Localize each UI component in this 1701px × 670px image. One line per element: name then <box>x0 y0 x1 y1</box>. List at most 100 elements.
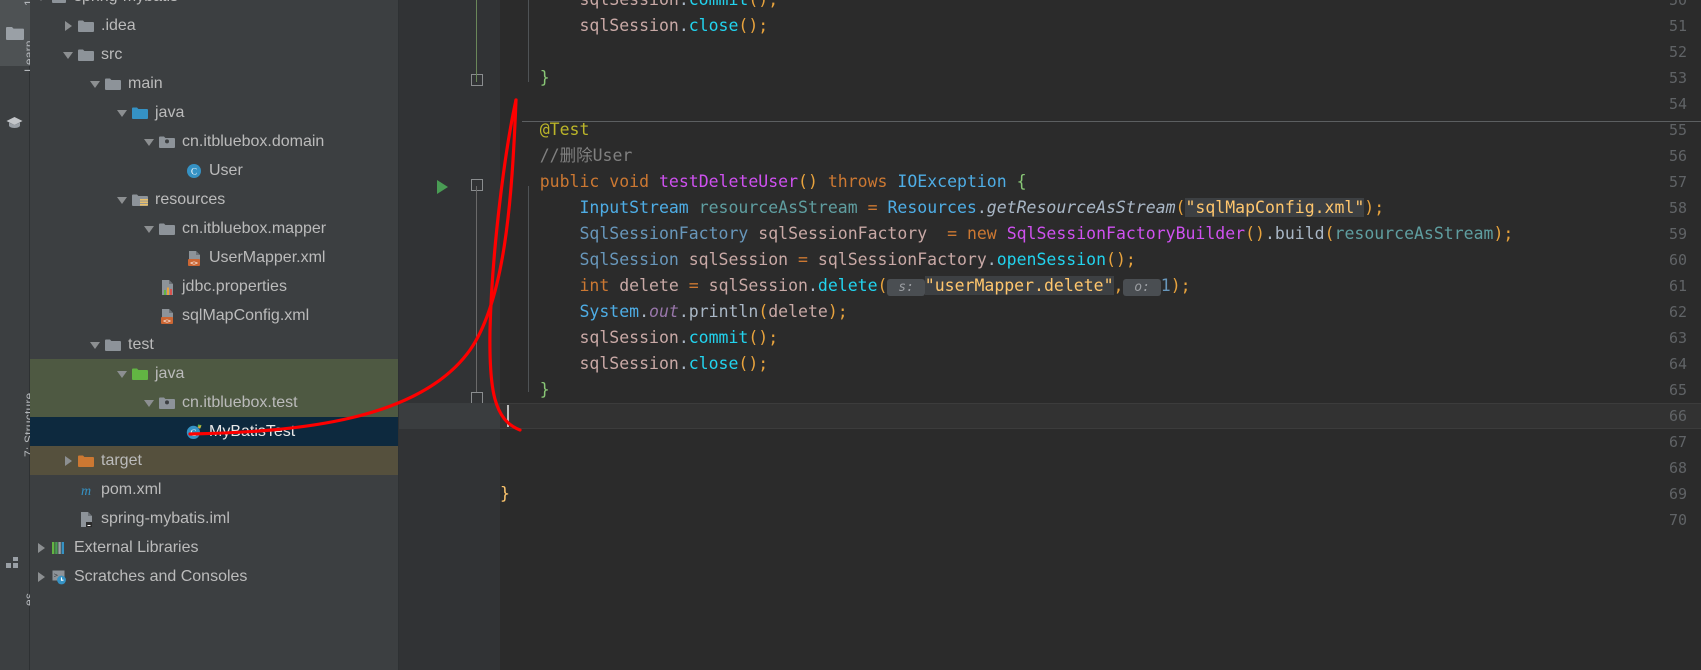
code-line[interactable]: sqlSession.close(); <box>500 13 1701 39</box>
chevron-right-icon[interactable] <box>34 569 50 585</box>
tree-item-pom-xml[interactable]: m pom.xml <box>30 475 398 504</box>
class-icon: C <box>185 162 203 180</box>
tree-item-spring-mybatis[interactable]: spring-mybatis <box>30 0 398 11</box>
fold-marker-57[interactable] <box>471 179 483 191</box>
code-token: close <box>688 354 739 373</box>
code-token: out <box>649 302 679 321</box>
excluded-folder-icon <box>77 452 95 470</box>
code-line[interactable] <box>500 455 1701 481</box>
tree-item-cn-itbluebox-test[interactable]: cn.itbluebox.test <box>30 388 398 417</box>
tree-item-src[interactable]: src <box>30 40 398 69</box>
project-tree[interactable]: spring-mybatis .idea srcmain java cn.itblueb… <box>30 0 398 591</box>
code-token: } <box>500 484 510 503</box>
code-token: ; <box>837 302 848 321</box>
line-number: 51 <box>1668 17 1687 35</box>
scratches-icon: >_ <box>52 570 66 584</box>
editor-fold-column[interactable] <box>476 0 500 670</box>
chevron-down-icon[interactable] <box>88 76 104 92</box>
tree-item-resources[interactable]: resources <box>30 185 398 214</box>
tree-item-mybatistest[interactable]: C MyBatisTest <box>30 417 398 446</box>
code-line[interactable] <box>500 91 1701 117</box>
tree-item-cn-itbluebox-mapper[interactable]: cn.itbluebox.mapper <box>30 214 398 243</box>
line-number: 53 <box>1668 69 1687 87</box>
code-line[interactable] <box>500 403 1701 429</box>
code-token: openSession <box>996 250 1107 269</box>
package-icon <box>159 136 175 148</box>
code-token: } <box>500 380 550 399</box>
editor-gutter[interactable] <box>399 0 476 670</box>
chevron-down-icon[interactable] <box>88 337 104 353</box>
chevron-down-icon[interactable] <box>115 192 131 208</box>
tree-item-label: java <box>155 364 185 382</box>
indent-guide <box>528 0 529 82</box>
folder-icon <box>78 20 94 32</box>
resources-root-icon <box>131 191 149 209</box>
tree-item-external-libraries[interactable]: External Libraries <box>30 533 398 562</box>
tree-item-sqlmapconfig-xml[interactable]: <> sqlMapConfig.xml <box>30 301 398 330</box>
code-line[interactable]: int delete = sqlSession.delete( s: "user… <box>500 273 1701 299</box>
tree-item-label: MyBatisTest <box>209 422 296 440</box>
tree-item-java[interactable]: java <box>30 359 398 388</box>
code-token: . <box>1264 224 1275 243</box>
code-token: ; <box>1374 198 1385 217</box>
code-line[interactable]: SqlSession sqlSession = sqlSessionFactor… <box>500 247 1701 273</box>
code-token: sqlSession <box>688 250 789 269</box>
code-line[interactable]: } <box>500 481 1701 507</box>
code-token: () <box>748 0 768 9</box>
run-test-gutter-icon[interactable] <box>437 180 448 194</box>
code-line[interactable]: //删除User <box>500 143 1701 169</box>
tree-item-idea[interactable]: .idea <box>30 11 398 40</box>
tree-item-usermapper-xml[interactable]: <> UserMapper.xml <box>30 243 398 272</box>
code-line[interactable]: sqlSession.commit(); <box>500 0 1701 13</box>
chevron-down-icon[interactable] <box>115 366 131 382</box>
code-line[interactable]: sqlSession.close(); <box>500 351 1701 377</box>
code-line[interactable]: public void testDeleteUser() throws IOEx… <box>500 169 1701 195</box>
tree-item-jdbc-properties[interactable]: jdbc.properties <box>30 272 398 301</box>
code-line[interactable]: InputStream resourceAsStream = Resources… <box>500 195 1701 221</box>
no-chevron-spacer <box>142 308 158 324</box>
code-line[interactable] <box>500 507 1701 533</box>
tree-item-java[interactable]: java <box>30 98 398 127</box>
code-editor[interactable]: sqlSession.commit(); sqlSession.close();… <box>399 0 1701 670</box>
tree-item-target[interactable]: target <box>30 446 398 475</box>
chevron-right-icon[interactable] <box>34 540 50 556</box>
code-line[interactable] <box>500 39 1701 65</box>
tree-item-label: pom.xml <box>101 480 162 498</box>
chevron-down-icon[interactable] <box>115 105 131 121</box>
chevron-down-icon[interactable] <box>142 395 158 411</box>
code-line[interactable]: sqlSession.commit(); <box>500 325 1701 351</box>
iml-file-icon <box>81 511 92 527</box>
folder-icon <box>78 49 94 61</box>
no-chevron-spacer <box>142 279 158 295</box>
code-token: delete <box>768 302 828 321</box>
code-token: . <box>807 276 818 295</box>
code-line[interactable] <box>500 429 1701 455</box>
chevron-down-icon[interactable] <box>34 0 50 5</box>
chevron-down-icon[interactable] <box>142 221 158 237</box>
code-token: sqlSessionFactory <box>758 224 928 243</box>
code-line[interactable]: } <box>500 377 1701 403</box>
chevron-down-icon[interactable] <box>142 134 158 150</box>
no-chevron-spacer <box>61 482 77 498</box>
tree-item-spring-mybatis-iml[interactable]: spring-mybatis.iml <box>30 504 398 533</box>
tree-item-test[interactable]: test <box>30 330 398 359</box>
tree-item-scratches-and-consoles[interactable]: >_ Scratches and Consoles <box>30 562 398 591</box>
fold-marker-53[interactable] <box>471 74 483 86</box>
line-number: 58 <box>1668 199 1687 217</box>
chevron-right-icon[interactable] <box>61 453 77 469</box>
code-line[interactable]: System.out.println(delete); <box>500 299 1701 325</box>
tree-item-cn-itbluebox-domain[interactable]: cn.itbluebox.domain <box>30 127 398 156</box>
editor-code-area[interactable]: sqlSession.commit(); sqlSession.close();… <box>500 0 1701 670</box>
code-line[interactable]: SqlSessionFactory sqlSessionFactory = ne… <box>500 221 1701 247</box>
xml-file-icon: <> <box>161 308 173 324</box>
chevron-down-icon[interactable] <box>61 47 77 63</box>
chevron-right-icon[interactable] <box>61 18 77 34</box>
code-line[interactable]: } <box>500 65 1701 91</box>
tree-item-label: spring-mybatis.iml <box>101 509 230 527</box>
tree-item-main[interactable]: main <box>30 69 398 98</box>
code-token: . <box>678 16 689 35</box>
line-number: 60 <box>1668 251 1687 269</box>
tree-item-user[interactable]: C User <box>30 156 398 185</box>
